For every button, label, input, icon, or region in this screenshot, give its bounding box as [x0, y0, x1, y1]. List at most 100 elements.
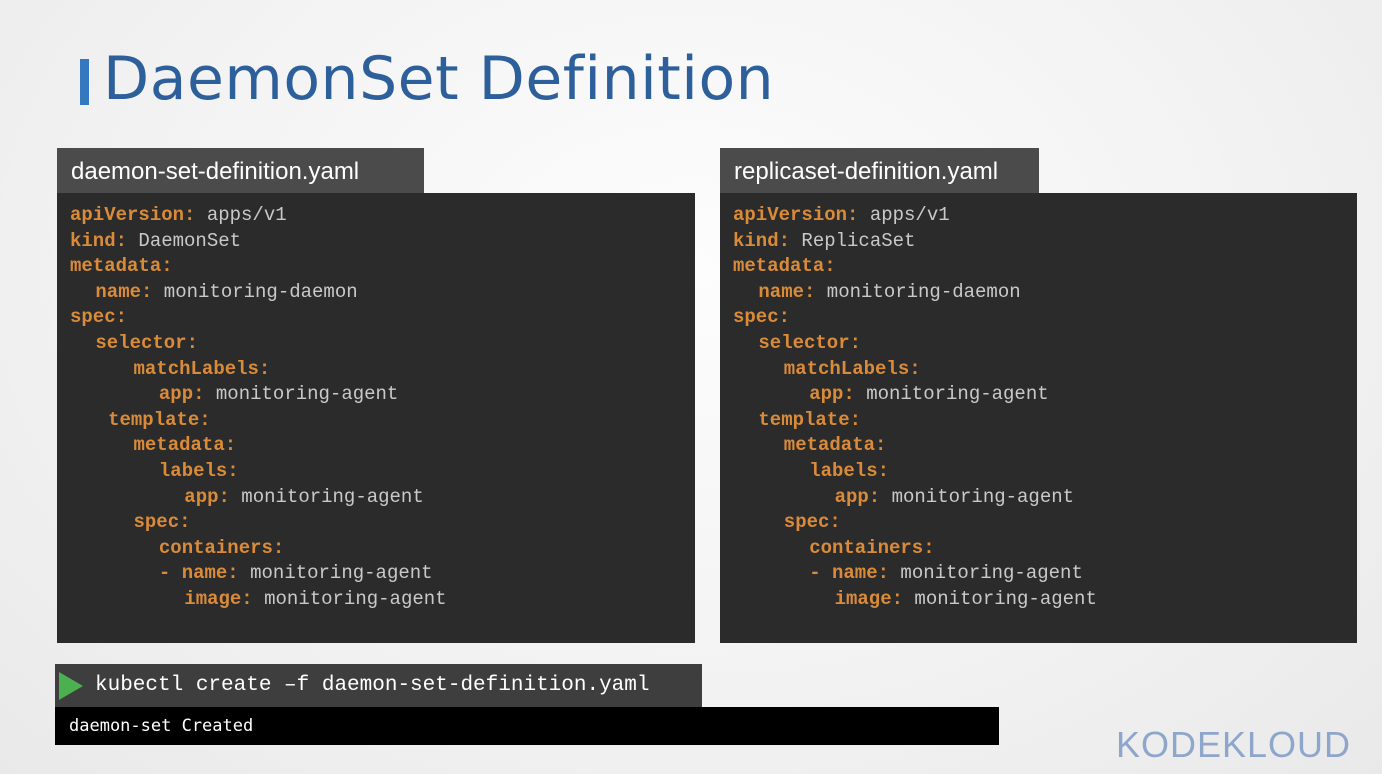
code-line: kind: DaemonSet [70, 229, 695, 255]
code-line: spec: [733, 305, 1357, 331]
code-line: - name: monitoring-agent [70, 561, 695, 587]
yaml-key: spec: [133, 511, 191, 534]
code-line: template: [733, 408, 1357, 434]
yaml-value: DaemonSet [127, 229, 242, 252]
yaml-value: monitoring-agent [903, 587, 1097, 610]
yaml-value: apps/v1 [858, 204, 950, 226]
yaml-key: labels: [809, 459, 890, 482]
kodekloud-logo: KODEKLOUD [1116, 724, 1351, 766]
code-line: metadata: [733, 254, 1357, 280]
code-line: metadata: [733, 433, 1357, 459]
yaml-key: name: [95, 280, 153, 303]
code-line: apiVersion: apps/v1 [70, 203, 695, 229]
yaml-value: ReplicaSet [790, 229, 916, 252]
yaml-value: monitoring-agent [204, 383, 399, 406]
code-line: matchLabels: [70, 357, 695, 383]
code-line: metadata: [70, 433, 695, 459]
code-line: template: [70, 408, 695, 434]
yaml-key: apiVersion: [733, 204, 859, 226]
code-line: labels: [733, 459, 1357, 485]
yaml-key: app: [158, 383, 205, 406]
yaml-key: containers: [809, 536, 935, 559]
left-code-panel: apiVersion: apps/v1 kind: DaemonSet metada… [57, 193, 695, 643]
code-line: app: monitoring-agent [733, 382, 1357, 408]
yaml-key: matchLabels: [133, 357, 271, 380]
yaml-key: spec: [733, 306, 791, 329]
yaml-key: metadata: [70, 255, 173, 278]
yaml-value: monitoring-agent [252, 587, 447, 610]
code-line: selector: [733, 331, 1357, 357]
yaml-key: app: [809, 383, 855, 406]
yaml-key: spec: [783, 511, 841, 534]
code-line: name: monitoring-daemon [70, 280, 695, 306]
yaml-key: - name: [809, 562, 890, 585]
yaml-key: kind: [733, 229, 791, 252]
yaml-key: - name: [158, 562, 239, 585]
yaml-value: monitoring-agent [854, 383, 1049, 406]
code-line: app: monitoring-agent [733, 485, 1357, 511]
yaml-key: metadata: [733, 255, 836, 278]
code-line: matchLabels: [733, 357, 1357, 383]
right-code-panel: apiVersion: apps/v1 kind: ReplicaSet metad… [720, 193, 1357, 643]
code-line: app: monitoring-agent [70, 382, 695, 408]
code-line: kind: ReplicaSet [733, 229, 1357, 255]
code-line: apiVersion: apps/v1 [733, 203, 1357, 229]
code-line: selector: [70, 331, 695, 357]
yaml-key: image: [184, 587, 253, 610]
code-line: name: monitoring-daemon [733, 280, 1357, 306]
right-file-tab: replicaset-definition.yaml [720, 148, 1039, 193]
yaml-key: matchLabels: [783, 357, 921, 380]
yaml-key: kind: [70, 229, 128, 252]
terminal-output: daemon-set Created [55, 707, 999, 745]
yaml-value: monitoring-agent [880, 485, 1075, 508]
left-file-tab: daemon-set-definition.yaml [57, 148, 424, 193]
yaml-key: app: [834, 485, 881, 508]
yaml-key: template: [108, 408, 211, 431]
command-bar: kubectl create –f daemon-set-definition.… [55, 664, 702, 707]
yaml-key: selector: [95, 331, 199, 354]
yaml-key: metadata: [133, 434, 237, 457]
code-line: - name: monitoring-agent [733, 561, 1357, 587]
yaml-value: monitoring-daemon [152, 280, 358, 303]
yaml-key: spec: [70, 306, 128, 329]
yaml-key: template: [758, 408, 862, 431]
code-line: spec: [733, 510, 1357, 536]
yaml-key: name: [758, 280, 816, 303]
yaml-key: apiVersion: [70, 204, 196, 226]
yaml-value: monitoring-agent [889, 562, 1083, 585]
command-text: kubectl create –f daemon-set-definition.… [95, 674, 650, 697]
yaml-key: image: [834, 587, 904, 610]
logo-text: KODEKLOUD [1116, 724, 1352, 765]
code-line: image: monitoring-agent [70, 587, 695, 613]
code-line: labels: [70, 459, 695, 485]
play-icon [59, 671, 83, 700]
yaml-key: app: [184, 485, 230, 508]
code-line: app: monitoring-agent [70, 485, 695, 511]
yaml-value: monitoring-agent [238, 562, 433, 585]
yaml-key: selector: [758, 331, 862, 354]
yaml-key: metadata: [783, 434, 887, 457]
slide-title-group: DaemonSet Definition [80, 44, 774, 114]
yaml-key: labels: [158, 459, 239, 482]
